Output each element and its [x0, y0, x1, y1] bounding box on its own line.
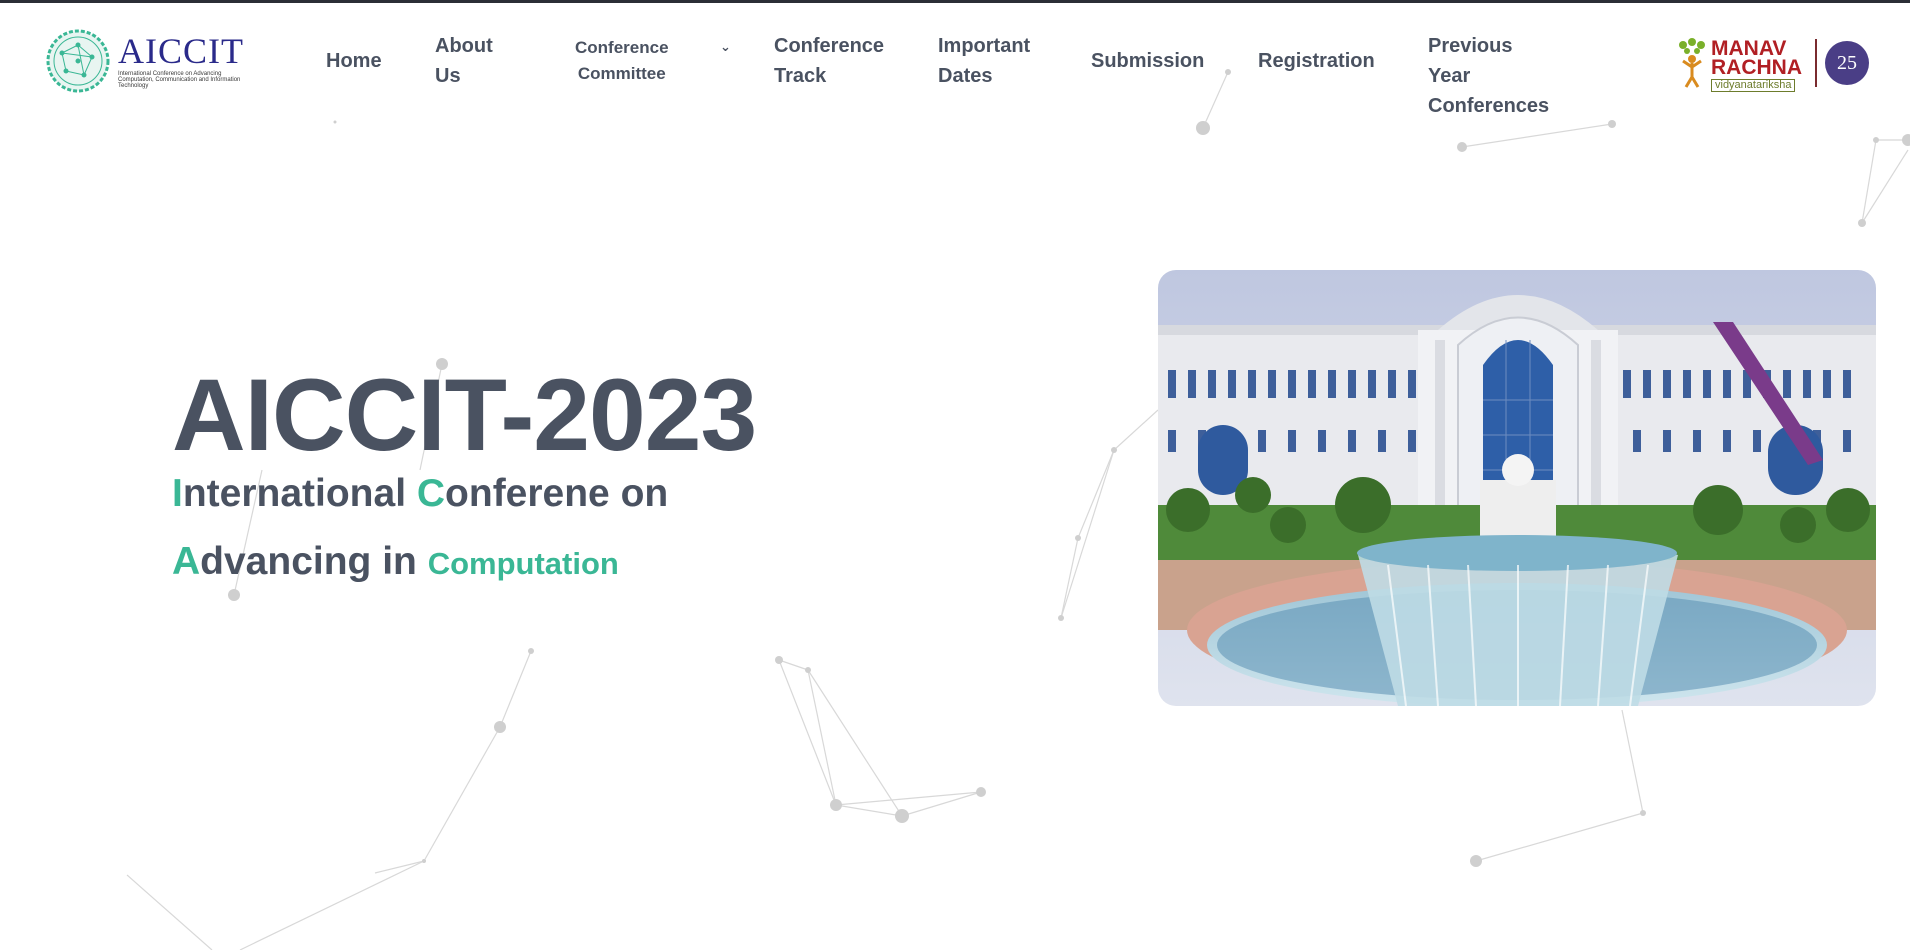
hero-text-part: dvancing in [200, 540, 428, 583]
hero-section: AICCIT-2023 International Conferene on A… [172, 358, 757, 588]
nav-committee-label-1: Conference [575, 38, 669, 57]
partner-tagline: vidyanatariksha [1711, 79, 1796, 92]
globe-logo-icon [46, 29, 110, 93]
campus-building-photo [1158, 270, 1876, 706]
nav-previous-year-conferences[interactable]: Previous Year Conferences [1428, 31, 1549, 121]
typed-word: Computation [427, 546, 619, 581]
nav-about-label-1: About [435, 35, 493, 57]
manav-rachna-logo[interactable]: MANAV RACHNA vidyanatariksha 25 [1675, 33, 1870, 93]
hero-text-part: nternational [182, 472, 417, 515]
nav-conference-track[interactable]: Conference Track [774, 31, 884, 91]
logo-subtitle: International Conference on Advancing Co… [118, 71, 241, 89]
site-header: AICCIT International Conference on Advan… [0, 3, 1910, 119]
accent-letter-c: C [416, 472, 446, 515]
nav-conference-committee[interactable]: Conference Committee [575, 35, 669, 87]
chevron-down-icon[interactable]: ⌄ [720, 39, 731, 55]
campus-photo-illustration [1158, 270, 1876, 706]
nav-submission-label: Submission [1091, 50, 1205, 72]
accent-letter-a: A [172, 540, 201, 583]
nav-previous-label-1: Previous Year [1428, 35, 1513, 87]
accent-letter-i: I [172, 472, 183, 515]
tree-person-icon [1679, 38, 1705, 88]
nav-submission[interactable]: Submission [1091, 46, 1204, 76]
hero-subtitle-line2: Advancing in Computation [172, 538, 756, 588]
nav-about-us[interactable]: About Us [435, 31, 493, 91]
nav-previous-label-2: Conferences [1428, 95, 1550, 117]
nav-important-dates[interactable]: Important Dates [938, 31, 1030, 91]
partner-name-line2: RACHNA [1711, 56, 1802, 79]
logo-divider [1815, 39, 1817, 87]
partner-name: MANAV RACHNA [1711, 38, 1802, 79]
nav-committee-label-2: Committee [577, 64, 666, 83]
hero-text-part: onferene on [445, 472, 669, 515]
hero-title: AICCIT-2023 [172, 358, 757, 472]
nav-home[interactable]: Home [326, 46, 382, 76]
nav-registration-label: Registration [1258, 50, 1375, 72]
nav-home-label: Home [326, 50, 382, 72]
anniversary-badge: 25 [1825, 41, 1869, 85]
aiccit-logo[interactable]: AICCIT International Conference on Advan… [40, 25, 255, 97]
nav-track-label-1: Conference [774, 35, 885, 57]
nav-dates-label-2: Dates [938, 65, 993, 87]
nav-registration[interactable]: Registration [1258, 46, 1375, 76]
nav-track-label-2: Track [774, 65, 827, 87]
nav-dates-label-1: Important [938, 35, 1031, 57]
hero-subtitle-line1: International Conferene on [172, 470, 756, 518]
nav-about-label-2: Us [435, 65, 461, 87]
logo-title: AICCIT [118, 31, 244, 71]
